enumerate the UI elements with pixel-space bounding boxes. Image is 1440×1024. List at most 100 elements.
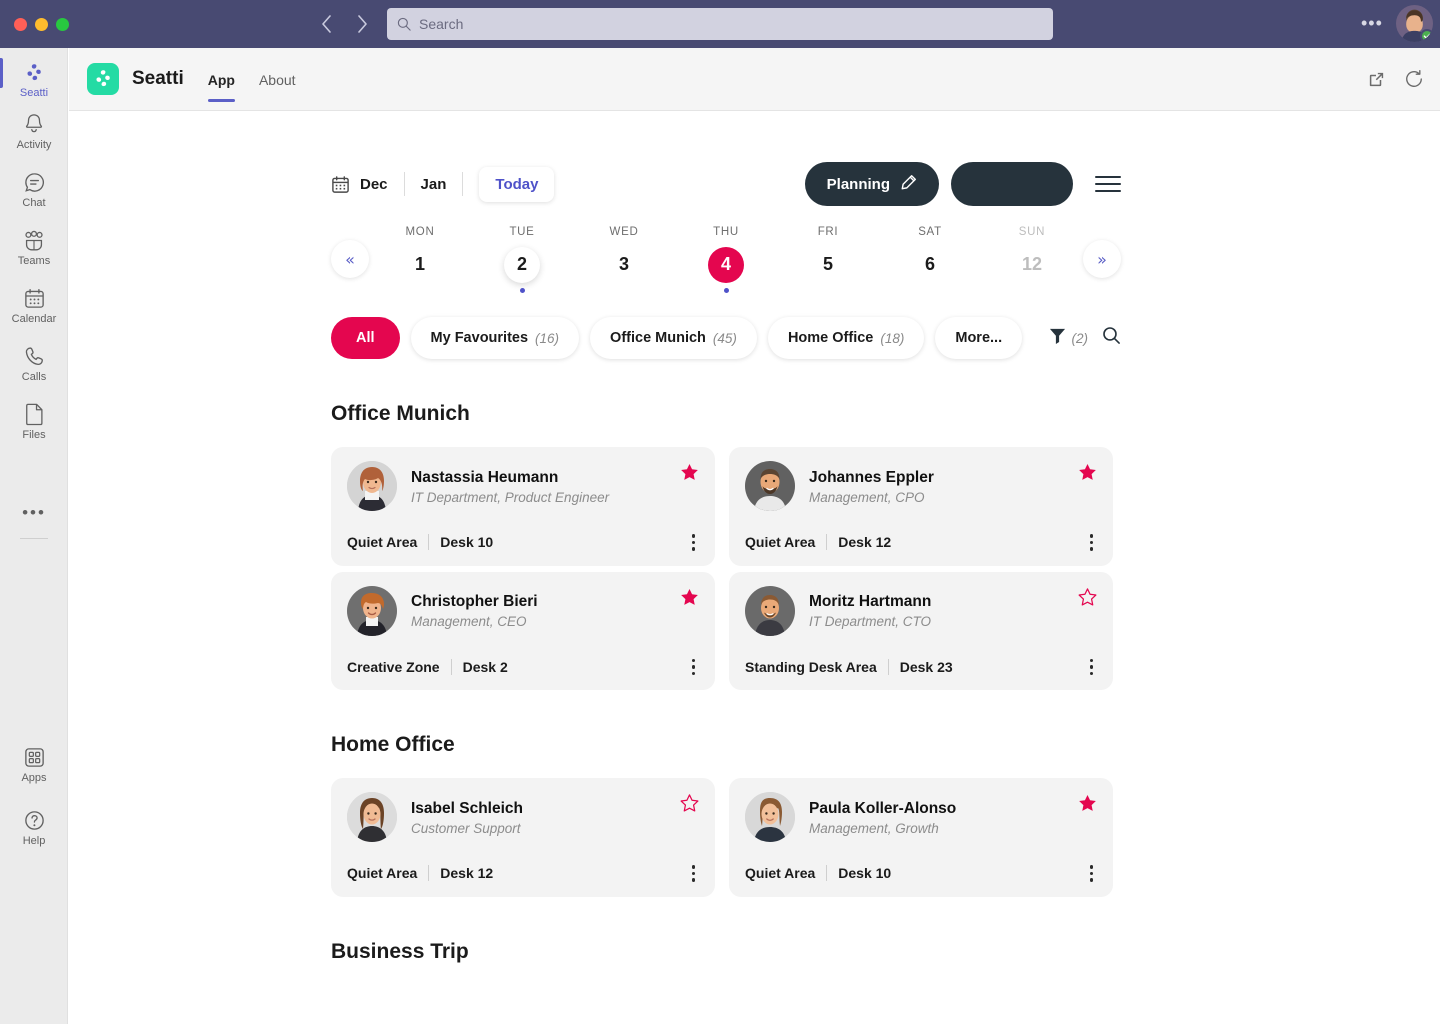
sidebar-item-calls[interactable]: Calls [0,342,68,383]
person-card-location: Creative Zone Desk 2 [347,656,699,679]
favourite-star-icon[interactable] [1078,463,1097,487]
calendar-icon[interactable] [331,175,350,194]
person-role: Management, CPO [809,489,925,505]
apps-icon [23,743,46,769]
tab-app[interactable]: App [207,72,236,102]
avatar [347,792,397,842]
sidebar-item-help-label: Help [22,835,46,847]
person-card-more-menu[interactable] [688,531,700,554]
sidebar-item-teams[interactable]: Teams [0,226,68,267]
person-card-identity: Isabel Schleich Customer Support [411,799,523,836]
forward-button[interactable] [349,11,375,37]
maximize-window-button[interactable] [56,17,69,31]
sidebar-item-apps[interactable]: Apps [0,743,68,784]
card-column-right: Paula Koller-Alonso Management, Growth Q… [729,778,1113,897]
month-next-label[interactable]: Jan [421,176,447,193]
filter-button[interactable]: (2) [1049,327,1088,350]
person-name: Paula Koller-Alonso [809,799,957,817]
today-button[interactable]: Today [479,166,555,202]
location-divider [450,658,452,675]
filter-chip-my-favourites[interactable]: My Favourites (16) [410,317,580,359]
favourite-star-icon[interactable] [680,463,699,487]
planning-button[interactable]: Planning [804,162,939,206]
person-card-more-menu[interactable] [1086,656,1098,679]
day-cell-tue[interactable]: TUE 2 [487,226,557,293]
favourite-star-icon[interactable] [1078,794,1097,818]
month-prev-label[interactable]: Dec [360,176,388,193]
location-divider [826,534,828,551]
day-weekday-label: MON [405,225,435,238]
favourite-star-icon[interactable] [680,794,699,818]
day-cell-fri[interactable]: FRI 5 [793,226,863,283]
sidebar-more-apps-button[interactable]: ••• [0,503,68,523]
person-role: Customer Support [411,820,521,836]
desk-area: Quiet Area [347,534,418,551]
refresh-icon[interactable] [1404,69,1424,89]
filter-chip-home-office[interactable]: Home Office (18) [767,317,925,359]
secondary-action-button[interactable] [951,162,1073,206]
person-role: IT Department, CTO [809,614,932,629]
global-search-box[interactable]: Search [387,8,1053,40]
favourite-star-icon[interactable] [1078,587,1097,612]
day-event-dot [723,287,729,293]
avatar [347,461,397,511]
desk-number: Desk 12 [440,865,494,882]
sidebar-item-activity[interactable]: Activity [0,110,68,151]
close-window-button[interactable] [14,17,27,31]
filter-chip-label: All [356,330,375,346]
person-card-more-menu[interactable] [688,862,700,885]
sidebar-item-calendar[interactable]: Calendar [0,284,68,325]
day-weekday-label: WED [609,225,639,238]
desk-area: Standing Desk Area [745,658,877,675]
day-cell-sat[interactable]: SAT 6 [895,226,965,283]
person-card[interactable]: Johannes Eppler Management, CPO Quiet Ar… [729,447,1113,566]
sidebar-item-help[interactable]: Help [0,806,68,847]
avatar[interactable] [1396,5,1433,42]
titlebar-more-button[interactable]: ••• [1361,14,1383,32]
person-card-more-menu[interactable] [1086,531,1098,554]
person-card[interactable]: Isabel Schleich Customer Support Quiet A… [331,778,715,897]
person-card[interactable]: Moritz Hartmann IT Department, CTO Stand… [729,571,1113,690]
person-card-location: Quiet Area Desk 12 [347,862,699,885]
date-toolbar: Dec Jan Today Planning [331,159,1121,209]
location-divider [826,865,828,882]
day-cell-wed[interactable]: WED 3 [589,226,659,283]
filter-chip-count: (18) [880,330,905,346]
person-card[interactable]: Christopher Bieri Management, CEO Creati… [331,571,715,690]
open-in-new-window-icon[interactable] [1367,70,1386,89]
next-week-button[interactable]: » [1083,240,1121,278]
toolbar-divider-2 [462,172,464,196]
person-card-identity: Christopher Bieri Management, CEO [411,592,538,629]
day-cell-mon[interactable]: MON 1 [385,226,455,283]
person-card-header: Moritz Hartmann IT Department, CTO [745,585,1097,636]
app-header-actions [1367,69,1424,89]
minimize-window-button[interactable] [35,17,48,31]
favourite-star-icon[interactable] [680,588,699,612]
filter-chip-more[interactable]: More... [935,317,1023,359]
sidebar-item-chat[interactable]: Chat [0,168,68,209]
day-cell-sun[interactable]: SUN 12 [997,226,1067,283]
app-header: Seatti App About [69,48,1440,111]
day-number: 2 [504,246,540,283]
sidebar-item-files[interactable]: Files [0,400,68,441]
person-card-identity: Moritz Hartmann IT Department, CTO [809,592,931,629]
desk-area: Creative Zone [347,658,440,675]
filter-chip-office-munich[interactable]: Office Munich (45) [590,317,757,359]
previous-week-button[interactable]: « [331,240,369,278]
search-icon[interactable] [1102,326,1121,350]
person-card-header: Paula Koller-Alonso Management, Growth [745,792,1097,842]
hamburger-menu-icon[interactable] [1095,176,1121,192]
person-card-more-menu[interactable] [688,656,700,679]
avatar [347,585,397,636]
tab-about[interactable]: About [259,72,296,91]
rail-item-seatti[interactable]: Seatti [0,58,68,99]
person-card[interactable]: Nastassia Heumann IT Department, Product… [331,447,715,566]
person-card-location: Quiet Area Desk 10 [745,862,1097,885]
desk-area: Quiet Area [745,865,816,882]
back-button[interactable] [313,11,339,37]
filter-icon [1049,327,1066,350]
filter-chip-all[interactable]: All [331,317,400,359]
day-cell-thu[interactable]: THU 4 [691,226,761,293]
person-card[interactable]: Paula Koller-Alonso Management, Growth Q… [729,778,1113,897]
person-card-more-menu[interactable] [1086,862,1098,885]
